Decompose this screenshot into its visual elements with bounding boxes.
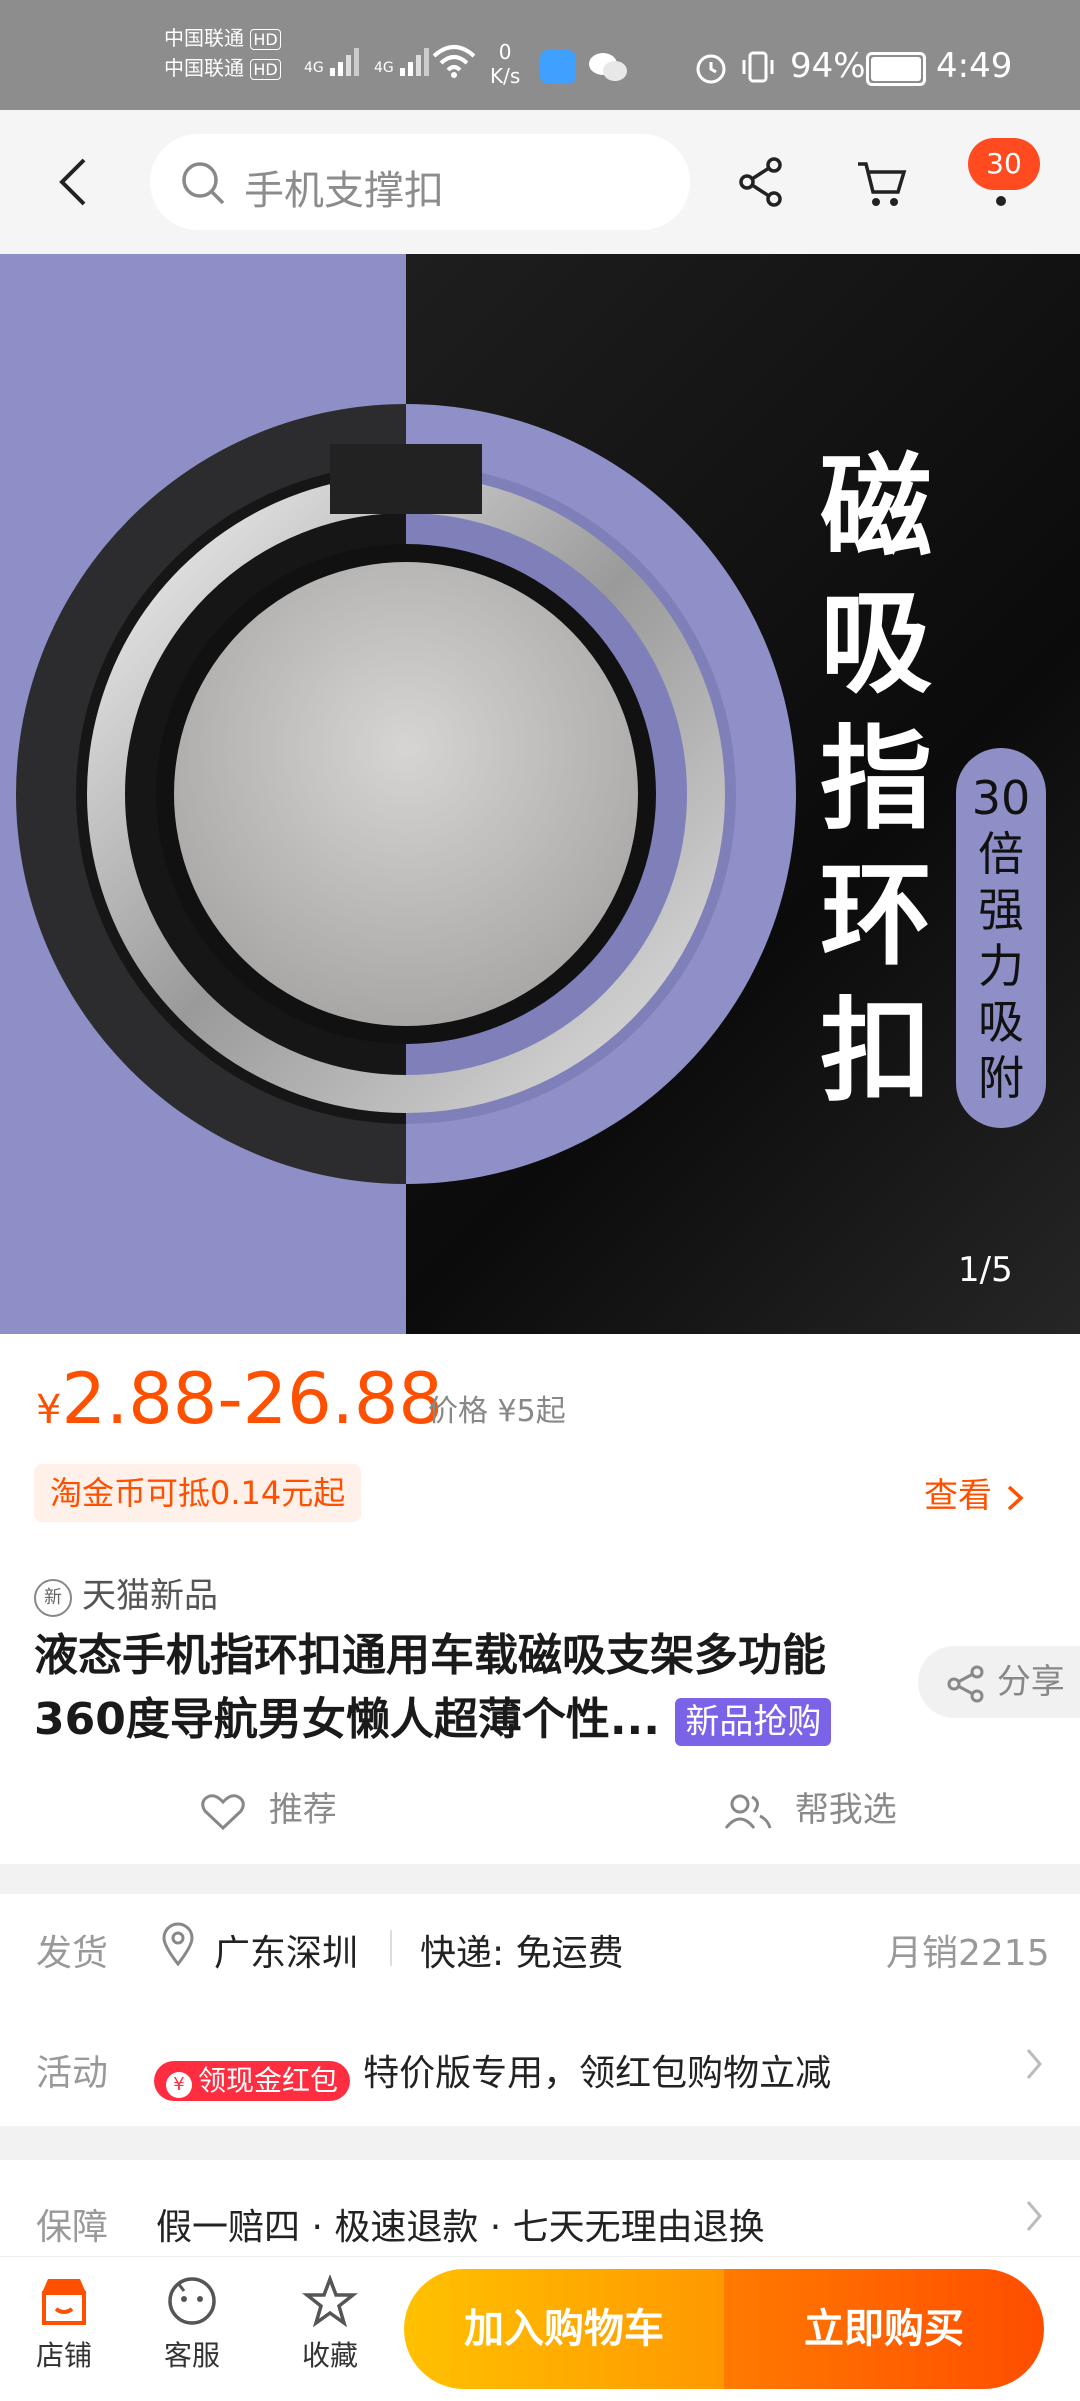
back-button[interactable] (54, 154, 94, 214)
help-choose-button[interactable]: 帮我选 (722, 1782, 897, 1832)
search-bar[interactable]: 手机支撑扣 (150, 134, 690, 230)
store-icon (42, 2279, 86, 2325)
status-bar: 中国联通 HD 中国联通 HD 4G 4G 0 K/s 94% 4:49 (0, 0, 1080, 110)
bottom-action-bar: 店铺 客服 收藏 加入购物车 立即购买 (0, 2256, 1080, 2401)
carrier-info: 中国联通 HD 中国联通 HD (164, 24, 281, 84)
signal-icon-1: 4G (304, 44, 362, 76)
red-packet-tag: ¥ 领现金红包 (154, 2060, 351, 2101)
price-range: ¥2.88-26.88 (36, 1358, 443, 1440)
new-icon: 新 (34, 1578, 72, 1617)
hd-badge-2: HD (250, 59, 281, 80)
monthly-sales: 月销2215 (886, 1933, 1050, 1974)
chevron-left-icon (59, 158, 86, 206)
signal-icon-2: 4G (374, 44, 432, 76)
price-value: 2.88-26.88 (61, 1358, 443, 1440)
chevron-right-icon (1026, 2201, 1042, 2231)
tmall-new-label: 新天猫新品 (34, 1568, 218, 1617)
guarantee-row[interactable]: 保障 假一赔四 · 极速退款 · 七天无理由退换 (0, 2160, 1080, 2260)
star-icon (301, 2274, 359, 2328)
reference-price: 价格 ¥5起 (428, 1394, 566, 1429)
network-speed: 0 K/s (490, 40, 521, 88)
share-pill-button[interactable]: 分享 (918, 1646, 1080, 1718)
search-icon (182, 162, 225, 205)
share-button[interactable] (738, 156, 784, 212)
currency-symbol: ¥ (36, 1387, 62, 1433)
cart-icon (858, 162, 907, 206)
yen-coin-icon: ¥ (166, 2071, 192, 2098)
wechat-icon (588, 50, 628, 88)
share-icon (947, 1665, 984, 1702)
battery-percent: 94% (790, 46, 866, 86)
recommend-button[interactable]: 推荐 (200, 1782, 337, 1832)
image-counter: 1/5 (958, 1250, 1013, 1290)
share-icon (739, 157, 782, 207)
favorite-label: 收藏 (301, 2339, 358, 2372)
new-rush-tag: 新品抢购 (675, 1698, 832, 1746)
product-image-carousel[interactable]: 磁吸指环扣 30倍强力吸附 1/5 (0, 254, 1080, 1334)
guarantee-text: 假一赔四 · 极速退款 · 七天无理由退换 (156, 2207, 765, 2248)
customer-service-button[interactable]: 客服 (152, 2275, 232, 2374)
carrier-name-2: 中国联通 (164, 56, 244, 80)
express-fee: 快递: 免运费 (420, 1933, 624, 1974)
view-coupon-link[interactable]: 查看 (924, 1468, 1027, 1517)
divider (390, 1930, 392, 1966)
chevron-right-icon (1026, 2049, 1042, 2079)
top-nav-bar: 手机支撑扣 30 (0, 110, 1080, 254)
cart-badge[interactable]: 30 (968, 138, 1040, 190)
store-button[interactable]: 店铺 (24, 2275, 104, 2374)
favorite-button[interactable]: 收藏 (290, 2274, 370, 2374)
search-placeholder: 手机支撑扣 (244, 168, 444, 214)
location-icon (162, 1922, 194, 1966)
add-to-cart-button[interactable]: 加入购物车 (404, 2269, 724, 2389)
alarm-icon (694, 50, 728, 88)
product-title: 液态手机指环扣通用车载磁吸支架多功能360度导航男女懒人超薄个性... 新品抢购 (34, 1624, 914, 1752)
chevron-right-icon (1007, 1485, 1024, 1510)
heart-icon (201, 1793, 245, 1830)
buy-now-button[interactable]: 立即购买 (724, 2269, 1044, 2389)
service-label: 客服 (163, 2339, 220, 2372)
more-dot-icon (996, 196, 1006, 206)
carrier-name-1: 中国联通 (164, 26, 244, 50)
hero-pill: 30倍强力吸附 (956, 748, 1046, 1128)
browser-app-icon (540, 50, 576, 84)
hero-headline: 磁吸指环扣 (820, 443, 932, 1117)
guarantee-label: 保障 (36, 2207, 109, 2248)
cart-button[interactable] (854, 158, 910, 214)
shipping-activity-section: 发货 广东深圳 快递: 免运费 月销2215 活动 ¥ 领现金红包 特价版专用，领… (0, 1894, 1080, 2126)
battery-icon (866, 52, 926, 86)
wifi-icon (432, 44, 476, 82)
vibrate-icon (738, 50, 778, 88)
clock: 4:49 (936, 46, 1013, 86)
store-label: 店铺 (35, 2339, 92, 2372)
people-icon (724, 1794, 772, 1829)
coin-coupon-badge[interactable]: 淘金币可抵0.14元起 (34, 1464, 362, 1522)
activity-row[interactable]: 活动 ¥ 领现金红包 特价版专用，领红包购物立减 (0, 2014, 1080, 2114)
ship-label: 发货 (36, 1933, 109, 1974)
product-summary: ¥2.88-26.88 价格 ¥5起 淘金币可抵0.14元起 查看 新天猫新品 … (0, 1334, 1080, 1864)
activity-label: 活动 (36, 2053, 109, 2094)
hd-badge-1: HD (250, 29, 281, 50)
ship-location: 广东深圳 (214, 1933, 359, 1974)
activity-content: ¥ 领现金红包 特价版专用，领红包购物立减 (154, 2044, 831, 2101)
chat-face-icon (168, 2277, 216, 2325)
